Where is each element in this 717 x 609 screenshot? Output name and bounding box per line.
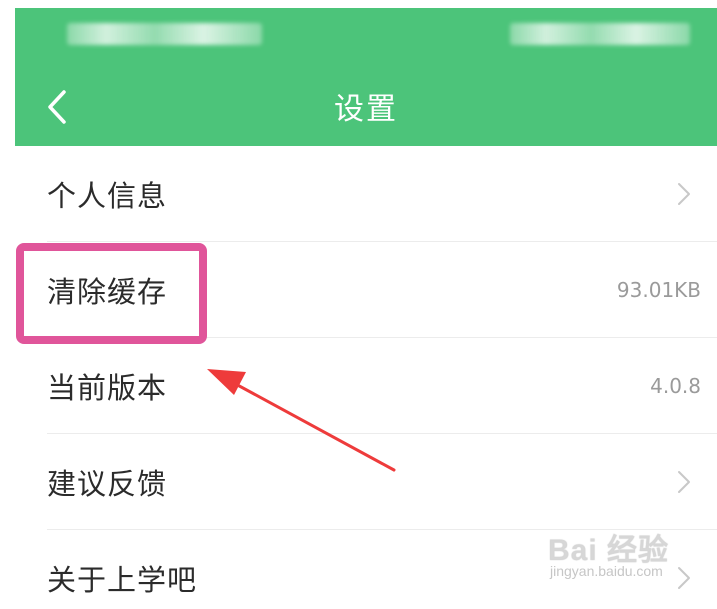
status-bar bbox=[15, 8, 717, 64]
settings-item-label: 个人信息 bbox=[47, 179, 168, 213]
status-bar-left-blurred bbox=[67, 23, 262, 45]
settings-item-label: 当前版本 bbox=[47, 371, 168, 405]
settings-item-about[interactable]: 关于上学吧 bbox=[15, 530, 717, 609]
chevron-right-icon bbox=[678, 567, 690, 589]
cache-size-value: 93.01KB bbox=[616, 278, 701, 302]
settings-item-label: 建议反馈 bbox=[47, 467, 168, 501]
chevron-right-icon bbox=[678, 471, 690, 493]
phone-screen: 设置 个人信息 清除缓存 93.01KB 当前版本 4.0.8 建议反馈 关于上… bbox=[15, 8, 717, 609]
settings-item-feedback[interactable]: 建议反馈 bbox=[15, 434, 717, 530]
settings-item-current-version[interactable]: 当前版本 4.0.8 bbox=[15, 338, 717, 434]
settings-item-personal-info[interactable]: 个人信息 bbox=[15, 146, 717, 242]
settings-list: 个人信息 清除缓存 93.01KB 当前版本 4.0.8 建议反馈 关于上学吧 bbox=[15, 146, 717, 609]
settings-item-clear-cache[interactable]: 清除缓存 93.01KB bbox=[15, 242, 717, 338]
status-bar-right-blurred bbox=[510, 23, 690, 45]
version-value: 4.0.8 bbox=[650, 374, 701, 398]
settings-item-label: 关于上学吧 bbox=[47, 563, 198, 597]
chevron-right-icon bbox=[678, 183, 690, 205]
settings-item-label: 清除缓存 bbox=[47, 275, 168, 309]
title-bar: 设置 bbox=[15, 64, 717, 146]
page-title: 设置 bbox=[334, 92, 398, 127]
